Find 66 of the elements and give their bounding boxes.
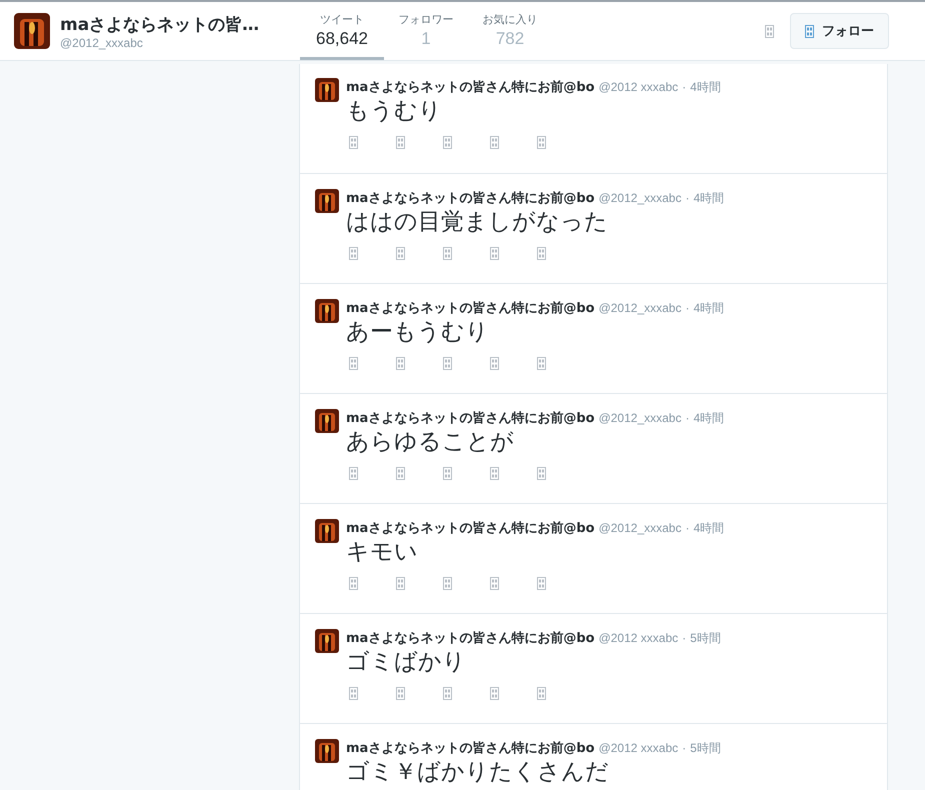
tweet-text: もうむり <box>346 97 443 126</box>
missing-glyph-icon[interactable] <box>349 577 358 590</box>
tweet-handle: @2012 xxxabc <box>598 631 678 645</box>
missing-glyph-icon[interactable] <box>443 357 452 370</box>
separator-dot: · <box>682 80 686 94</box>
missing-glyph-icon[interactable] <box>805 24 814 38</box>
missing-glyph-icon[interactable] <box>490 136 499 149</box>
missing-glyph-icon[interactable] <box>537 136 546 149</box>
missing-glyph-icon[interactable] <box>537 357 546 370</box>
tweet-text: ゴミ￥ばかりたくさんだ <box>346 758 610 787</box>
missing-glyph-icon[interactable] <box>537 687 546 700</box>
tweet-text: ははの目覚ましがなった <box>346 208 609 237</box>
tweet-author[interactable]: maさよならネットの皆さん特にお前@bo <box>346 519 595 537</box>
tweet-handle: @2012 xxxabc <box>598 80 678 94</box>
profile-handle: @2012_xxxabc <box>60 36 144 50</box>
missing-glyph-icon[interactable] <box>443 467 452 480</box>
missing-glyph-icon[interactable] <box>490 247 499 260</box>
missing-glyph-icon[interactable] <box>443 577 452 590</box>
tweet-handle: @2012_xxxabc <box>598 191 682 205</box>
separator-dot: · <box>682 741 686 755</box>
missing-glyph-icon[interactable] <box>537 467 546 480</box>
tweet-handle: @2012_xxxabc <box>598 521 682 535</box>
missing-glyph-icon[interactable] <box>490 687 499 700</box>
tweet-text: キモい <box>346 538 419 567</box>
missing-glyph-icon[interactable] <box>537 247 546 260</box>
separator-dot: · <box>685 301 690 315</box>
tweet-handle: @2012_xxxabc <box>598 411 682 425</box>
separator-dot: · <box>685 521 690 535</box>
separator-dot: · <box>685 411 690 425</box>
tweet-author[interactable]: maさよならネットの皆さん特にお前@bo <box>346 189 595 207</box>
profile-name: maさよならネットの皆… <box>60 14 260 36</box>
missing-glyph-icon[interactable] <box>396 687 405 700</box>
stat-tab[interactable]: フォロワー 1 <box>384 2 468 60</box>
missing-glyph-icon[interactable] <box>443 687 452 700</box>
missing-glyph-icon[interactable] <box>443 247 452 260</box>
tweet-text: ゴミばかり <box>346 648 467 677</box>
tweet-handle: @2012 xxxabc <box>598 741 678 755</box>
missing-glyph-icon[interactable] <box>396 136 405 149</box>
tweet-handle: @2012_xxxabc <box>598 301 682 315</box>
tweet-author[interactable]: maさよならネットの皆さん特にお前@bo <box>346 78 595 96</box>
follow-button[interactable]: フォロー <box>790 13 889 49</box>
missing-glyph-icon[interactable] <box>396 247 405 260</box>
tweet-author[interactable]: maさよならネットの皆さん特にお前@bo <box>346 629 595 647</box>
tweet-author[interactable]: maさよならネットの皆さん特にお前@bo <box>346 299 595 317</box>
stat-tab[interactable]: ツイート 68,642 <box>300 2 384 60</box>
tweet-author[interactable]: maさよならネットの皆さん特にお前@bo <box>346 739 595 757</box>
tweet-text: あらゆることが <box>346 428 515 457</box>
missing-glyph-icon[interactable] <box>396 357 405 370</box>
missing-glyph-icon[interactable] <box>396 467 405 480</box>
missing-glyph-icon[interactable] <box>349 357 358 370</box>
tweet-text: あーもうむり <box>346 318 490 347</box>
separator-dot: · <box>682 631 686 645</box>
missing-glyph-icon[interactable] <box>349 247 358 260</box>
stat-tab[interactable]: お気に入り 782 <box>468 2 552 60</box>
missing-glyph-icon[interactable] <box>537 577 546 590</box>
tweet-author[interactable]: maさよならネットの皆さん特にお前@bo <box>346 409 595 427</box>
missing-glyph-icon[interactable] <box>349 136 358 149</box>
missing-glyph-icon[interactable] <box>396 577 405 590</box>
separator-dot: · <box>685 191 690 205</box>
missing-glyph-icon[interactable] <box>490 577 499 590</box>
missing-glyph-icon[interactable] <box>765 24 774 38</box>
missing-glyph-icon[interactable] <box>443 136 452 149</box>
missing-glyph-icon[interactable] <box>490 357 499 370</box>
missing-glyph-icon[interactable] <box>349 687 358 700</box>
missing-glyph-icon[interactable] <box>349 467 358 480</box>
missing-glyph-icon[interactable] <box>490 467 499 480</box>
